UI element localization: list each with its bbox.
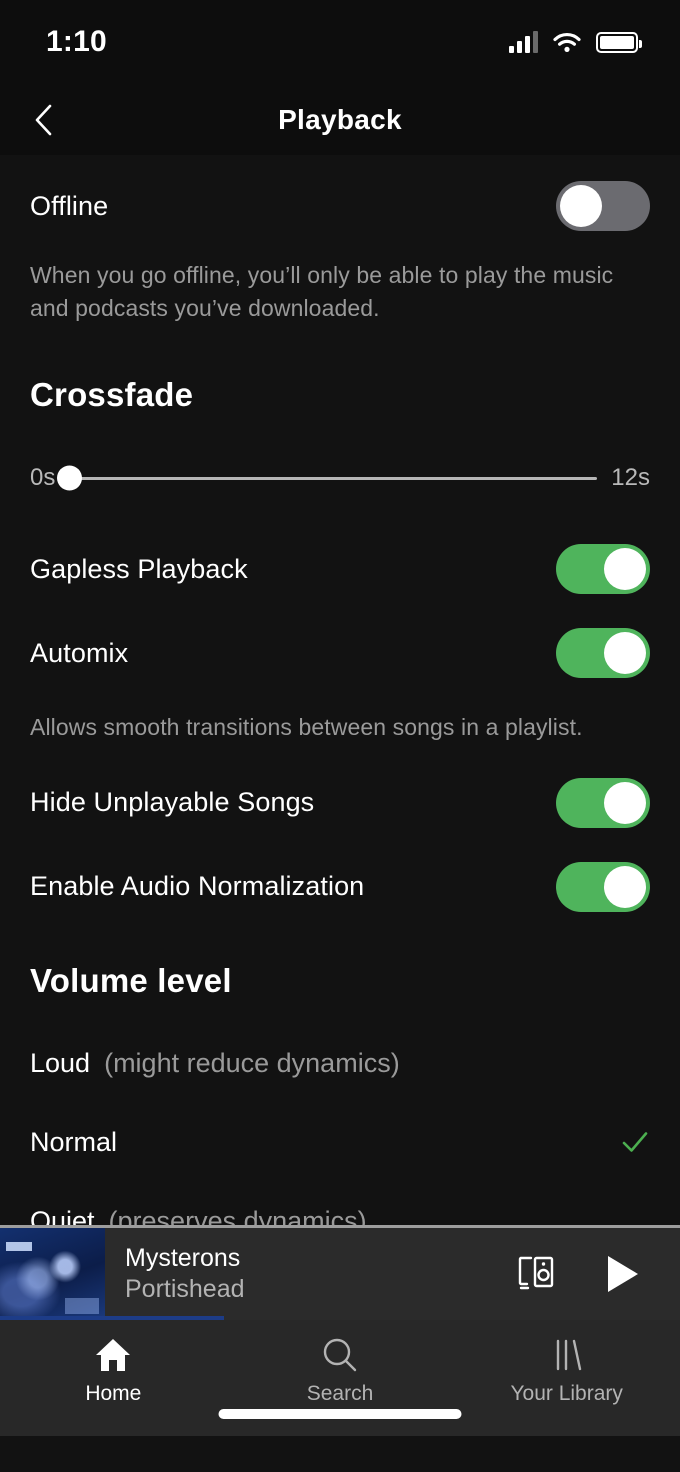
app-screen: 1:10 Playback Offline When you go offlin… [0,0,680,1472]
crossfade-slider[interactable]: 0s 12s [0,464,680,492]
page-title: Playback [278,103,402,135]
crossfade-min-label: 0s [30,464,56,492]
volume-option-normal[interactable]: Normal [0,1127,680,1158]
offline-toggle[interactable] [556,181,650,231]
automix-description: Allows smooth transitions between songs … [30,714,583,741]
chevron-left-icon [35,104,52,135]
status-bar: 1:10 [0,0,680,84]
crossfade-slider-track[interactable] [57,465,598,491]
library-icon [556,1339,581,1371]
automix-toggle[interactable] [556,628,650,679]
crossfade-title: Crossfade [30,376,194,414]
setting-row-offline[interactable]: Offline [0,181,680,231]
nav-item-search-label: Search [306,1382,374,1405]
search-icon [323,1338,357,1372]
volume-level-title: Volume level [30,961,232,999]
checkmark-icon [622,1132,648,1153]
offline-label: Offline [30,190,109,221]
volume-option-loud-label: Loud [30,1047,91,1078]
enable-audio-normalization-toggle[interactable] [556,861,650,912]
wifi-icon [553,32,581,52]
status-time: 1:10 [46,25,107,58]
nav-item-home-label: Home [85,1382,142,1405]
setting-row-gapless-playback[interactable]: Gapless Playback [0,544,680,595]
now-playing-text: Mysterons Portishead [105,1243,514,1306]
crossfade-max-label: 12s [611,464,650,492]
page-header: Playback [0,84,680,155]
automix-label: Automix [30,637,129,668]
back-button[interactable] [20,96,68,144]
nav-item-search[interactable]: Search [227,1336,454,1406]
offline-description: When you go offline, you’ll only be able… [30,262,614,321]
nav-item-your-library[interactable]: Your Library [453,1336,680,1406]
nav-item-home[interactable]: Home [0,1336,227,1406]
battery-full-icon [596,31,642,53]
now-playing-actions [514,1252,680,1296]
album-art[interactable] [0,1228,105,1320]
cellular-bars-icon [509,31,538,53]
play-icon[interactable] [602,1252,642,1296]
volume-option-loud[interactable]: Loud (might reduce dynamics) [0,1048,680,1079]
now-playing-track: Mysterons [125,1243,241,1272]
setting-row-enable-audio-normalization[interactable]: Enable Audio Normalization [0,861,680,912]
volume-option-loud-note: (might reduce dynamics) [104,1047,400,1078]
hide-unplayable-songs-toggle[interactable] [556,777,650,828]
home-icon [96,1339,131,1371]
hide-unplayable-songs-label: Hide Unplayable Songs [30,787,315,818]
setting-row-automix[interactable]: Automix [0,628,680,679]
now-playing-bar[interactable]: Mysterons Portishead [0,1228,680,1320]
now-playing-artist: Portishead [125,1275,245,1303]
crossfade-slider-knob[interactable] [57,465,83,491]
nav-item-your-library-label: Your Library [510,1382,623,1405]
enable-audio-normalization-label: Enable Audio Normalization [30,871,365,902]
connect-to-device-icon[interactable] [514,1252,558,1296]
gapless-playback-label: Gapless Playback [30,553,248,584]
bottom-navigation: Home Search Your Library [0,1320,680,1436]
settings-content: Offline When you go offline, you’ll only… [0,155,680,1236]
setting-row-hide-unplayable-songs[interactable]: Hide Unplayable Songs [0,777,680,828]
volume-option-normal-label: Normal [30,1126,118,1157]
gapless-playback-toggle[interactable] [556,544,650,595]
home-indicator[interactable] [218,1409,462,1419]
status-icons [509,31,642,53]
